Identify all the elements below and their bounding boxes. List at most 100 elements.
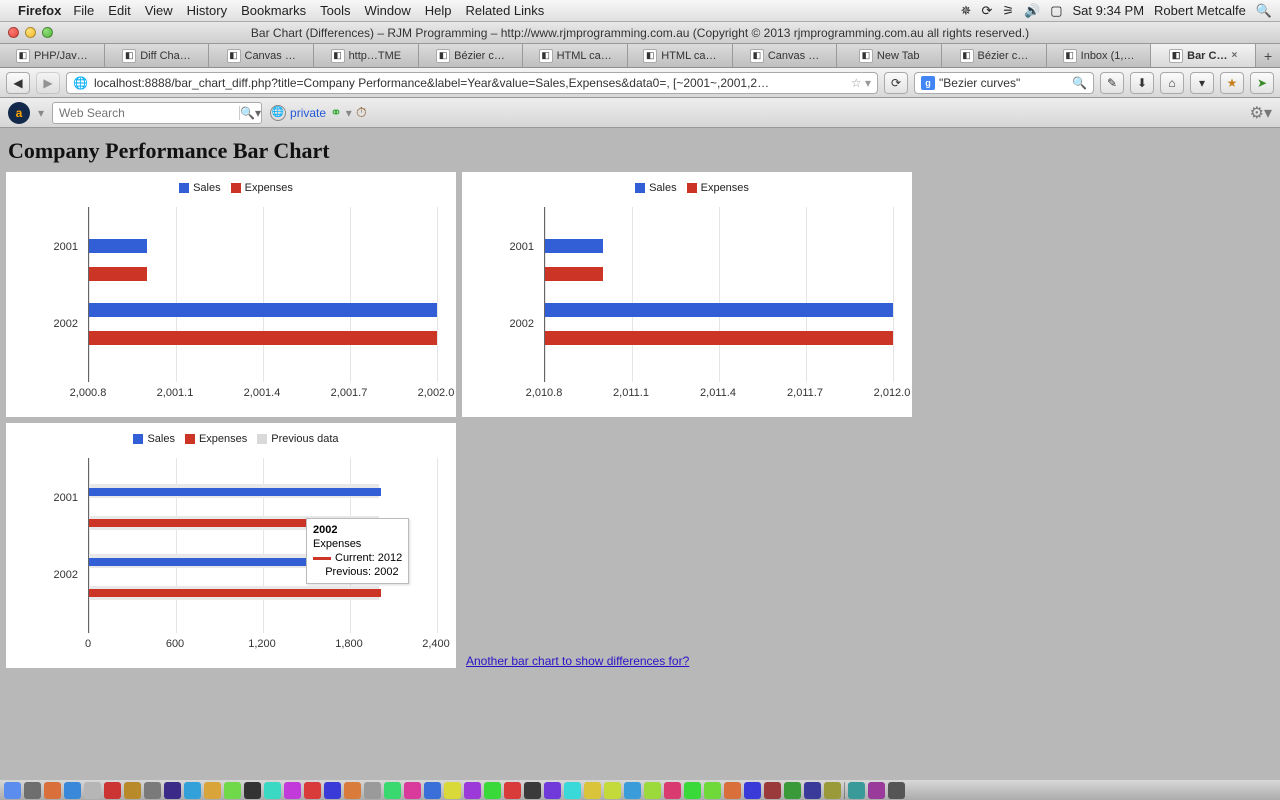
- bar[interactable]: [545, 239, 603, 253]
- bar[interactable]: [545, 331, 893, 345]
- dock-app-icon[interactable]: [764, 782, 781, 799]
- dock-app-icon[interactable]: [164, 782, 181, 799]
- dock-app-icon[interactable]: [244, 782, 261, 799]
- dock[interactable]: [0, 780, 1280, 800]
- volume-icon[interactable]: 🔊: [1024, 3, 1040, 19]
- menu-help[interactable]: Help: [425, 3, 452, 18]
- browser-tab[interactable]: ◧http…TME: [314, 44, 419, 67]
- dock-app-icon[interactable]: [868, 782, 885, 799]
- dock-app-icon[interactable]: [364, 782, 381, 799]
- browser-tab[interactable]: ◧Canvas …: [209, 44, 314, 67]
- menu-bookmarks[interactable]: Bookmarks: [241, 3, 306, 18]
- amazon-button[interactable]: a: [8, 102, 30, 124]
- toolbar-btn-1[interactable]: ✎: [1100, 72, 1124, 94]
- stopwatch-icon[interactable]: ⏱: [356, 104, 367, 121]
- dock-app-icon[interactable]: [484, 782, 501, 799]
- dock-app-icon[interactable]: [724, 782, 741, 799]
- minimize-window-button[interactable]: [25, 27, 36, 38]
- web-search-box[interactable]: 🔍▾: [52, 102, 262, 124]
- dock-app-icon[interactable]: [424, 782, 441, 799]
- dock-app-icon[interactable]: [824, 782, 841, 799]
- search-magnify-icon[interactable]: 🔍: [1072, 76, 1087, 90]
- clock-text[interactable]: Sat 9:34 PM: [1073, 3, 1145, 18]
- bookmarks-toggle-button[interactable]: ▾: [1190, 72, 1214, 94]
- dock-app-icon[interactable]: [4, 782, 21, 799]
- region-icon[interactable]: 🌐: [270, 105, 286, 121]
- dock-app-icon[interactable]: [124, 782, 141, 799]
- dock-app-icon[interactable]: [204, 782, 221, 799]
- dock-app-icon[interactable]: [284, 782, 301, 799]
- toolbar-btn-2[interactable]: ★: [1220, 72, 1244, 94]
- web-search-input[interactable]: [53, 106, 239, 120]
- browser-tab[interactable]: ◧Inbox (1,…: [1047, 44, 1152, 67]
- dock-app-icon[interactable]: [404, 782, 421, 799]
- bar[interactable]: [545, 267, 603, 281]
- app-name[interactable]: Firefox: [18, 3, 61, 18]
- zoom-window-button[interactable]: [42, 27, 53, 38]
- bookmark-star-icon[interactable]: ☆ ▾: [851, 76, 871, 90]
- bar[interactable]: [89, 239, 147, 253]
- dock-app-icon[interactable]: [584, 782, 601, 799]
- browser-tab[interactable]: ◧Bézier c…: [942, 44, 1047, 67]
- dock-app-icon[interactable]: [24, 782, 41, 799]
- dock-app-icon[interactable]: [524, 782, 541, 799]
- dock-app-icon[interactable]: [104, 782, 121, 799]
- browser-tab[interactable]: ◧New Tab: [837, 44, 942, 67]
- dock-app-icon[interactable]: [44, 782, 61, 799]
- toolbar-btn-3[interactable]: ➤: [1250, 72, 1274, 94]
- dock-app-icon[interactable]: [848, 782, 865, 799]
- dock-app-icon[interactable]: [64, 782, 81, 799]
- close-window-button[interactable]: [8, 27, 19, 38]
- browser-tab[interactable]: ◧HTML ca…: [628, 44, 733, 67]
- bar[interactable]: [89, 267, 147, 281]
- menu-view[interactable]: View: [145, 3, 173, 18]
- dock-app-icon[interactable]: [564, 782, 581, 799]
- bar[interactable]: [89, 303, 437, 317]
- menu-tools[interactable]: Tools: [320, 3, 350, 18]
- back-button[interactable]: ◀: [6, 72, 30, 94]
- dock-app-icon[interactable]: [384, 782, 401, 799]
- gear-icon[interactable]: ⚙▾: [1250, 103, 1272, 123]
- menu-history[interactable]: History: [187, 3, 227, 18]
- dock-app-icon[interactable]: [804, 782, 821, 799]
- dock-app-icon[interactable]: [544, 782, 561, 799]
- dock-app-icon[interactable]: [664, 782, 681, 799]
- url-bar[interactable]: 🌐 localhost:8888/bar_chart_diff.php?titl…: [66, 72, 878, 94]
- private-label[interactable]: private: [290, 106, 326, 120]
- dock-app-icon[interactable]: [224, 782, 241, 799]
- download-button[interactable]: ⬇: [1130, 72, 1154, 94]
- dock-app-icon[interactable]: [624, 782, 641, 799]
- user-name[interactable]: Robert Metcalfe: [1154, 3, 1246, 18]
- dock-app-icon[interactable]: [324, 782, 341, 799]
- bar[interactable]: [89, 331, 437, 345]
- dock-app-icon[interactable]: [144, 782, 161, 799]
- menu-file[interactable]: File: [73, 3, 94, 18]
- dock-app-icon[interactable]: [444, 782, 461, 799]
- bluetooth-icon[interactable]: ✵: [961, 3, 972, 19]
- dock-app-icon[interactable]: [684, 782, 701, 799]
- battery-icon[interactable]: ▢: [1050, 3, 1062, 19]
- bar-current[interactable]: [89, 488, 381, 496]
- web-search-magnify-icon[interactable]: 🔍▾: [239, 106, 261, 120]
- browser-tab[interactable]: ◧PHP/Jav…: [0, 44, 105, 67]
- dock-app-icon[interactable]: [84, 782, 101, 799]
- dock-app-icon[interactable]: [704, 782, 721, 799]
- menu-edit[interactable]: Edit: [108, 3, 130, 18]
- dock-app-icon[interactable]: [604, 782, 621, 799]
- link-icon[interactable]: ⚭: [330, 104, 342, 121]
- menu-related-links[interactable]: Related Links: [466, 3, 545, 18]
- dock-app-icon[interactable]: [344, 782, 361, 799]
- sync-icon[interactable]: ⟳: [981, 3, 992, 19]
- search-bar[interactable]: g "Bezier curves" 🔍: [914, 72, 1094, 94]
- bar-current[interactable]: [89, 589, 381, 597]
- dock-app-icon[interactable]: [784, 782, 801, 799]
- site-identity-icon[interactable]: 🌐: [73, 76, 88, 90]
- close-tab-icon[interactable]: ×: [1231, 50, 1237, 61]
- browser-tab[interactable]: ◧Diff Cha…: [105, 44, 210, 67]
- spotlight-icon[interactable]: 🔍: [1256, 3, 1272, 19]
- dock-app-icon[interactable]: [644, 782, 661, 799]
- another-chart-link[interactable]: Another bar chart to show differences fo…: [466, 654, 689, 668]
- dock-app-icon[interactable]: [744, 782, 761, 799]
- browser-tab[interactable]: ◧Bézier c…: [419, 44, 524, 67]
- dock-app-icon[interactable]: [304, 782, 321, 799]
